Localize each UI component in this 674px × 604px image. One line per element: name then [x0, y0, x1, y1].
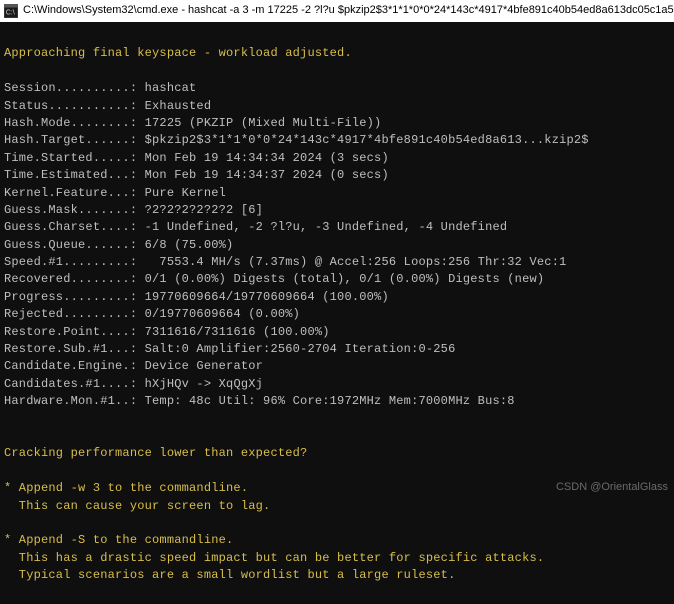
status-value: 19770609664/19770609664 (100.00%) [145, 290, 389, 304]
hint-bullet: * Append -S to the commandline. [4, 533, 233, 547]
status-value: $pkzip2$3*1*1*0*0*24*143c*4917*4bfe891c4… [145, 133, 589, 147]
status-value: Pure Kernel [145, 186, 226, 200]
hint-detail: This has a drastic speed impact but can … [4, 551, 544, 565]
status-value: ?2?2?2?2?2?2 [6] [145, 203, 263, 217]
status-label: Rejected.........: [4, 307, 145, 321]
status-label: Progress.........: [4, 290, 145, 304]
status-value: hXjHQv -> XqQgXj [145, 377, 263, 391]
status-value: Mon Feb 19 14:34:37 2024 (0 secs) [145, 168, 389, 182]
status-label: Kernel.Feature...: [4, 186, 145, 200]
status-label: Time.Estimated...: [4, 168, 145, 182]
status-value: Temp: 48c Util: 96% Core:1972MHz Mem:700… [145, 394, 515, 408]
status-label: Session..........: [4, 81, 145, 95]
status-label: Hash.Target......: [4, 133, 145, 147]
hint-detail: Typical scenarios are a small wordlist b… [4, 568, 455, 582]
status-value: Device Generator [145, 359, 263, 373]
hint-detail: This can cause your screen to lag. [4, 499, 270, 513]
status-label: Guess.Charset....: [4, 220, 145, 234]
status-value: Salt:0 Amplifier:2560-2704 Iteration:0-2… [145, 342, 456, 356]
status-label: Guess.Queue......: [4, 238, 145, 252]
status-value: 0/1 (0.00%) Digests (total), 0/1 (0.00%)… [145, 272, 545, 286]
status-value: 0/19770609664 (0.00%) [145, 307, 300, 321]
cmd-icon: C:\ [4, 4, 18, 18]
hint-bullet: * Append -w 3 to the commandline. [4, 481, 248, 495]
status-value: 7311616/7311616 (100.00%) [145, 325, 330, 339]
watermark: CSDN @OrientalGlass [556, 480, 668, 496]
status-label: Status...........: [4, 99, 145, 113]
status-value: hashcat [145, 81, 197, 95]
hint-header: Cracking performance lower than expected… [4, 446, 307, 460]
status-value: Mon Feb 19 14:34:34 2024 (3 secs) [145, 151, 389, 165]
status-value: Exhausted [145, 99, 212, 113]
window-title: C:\Windows\System32\cmd.exe - hashcat -a… [23, 3, 674, 19]
status-block: Session..........: hashcat Status.......… [4, 80, 670, 410]
status-value: 17225 (PKZIP (Mixed Multi-File)) [145, 116, 382, 130]
status-label: Guess.Mask.......: [4, 203, 145, 217]
status-label: Restore.Sub.#1...: [4, 342, 145, 356]
window-titlebar[interactable]: C:\ C:\Windows\System32\cmd.exe - hashca… [0, 0, 674, 22]
svg-text:C:\: C:\ [6, 10, 15, 17]
status-label: Candidates.#1....: [4, 377, 145, 391]
banner-line: Approaching final keyspace - workload ad… [4, 46, 352, 60]
status-value: 7553.4 MH/s (7.37ms) @ Accel:256 Loops:2… [145, 255, 567, 269]
status-label: Speed.#1.........: [4, 255, 145, 269]
terminal-output: Approaching final keyspace - workload ad… [0, 22, 674, 604]
status-label: Recovered........: [4, 272, 145, 286]
status-value: -1 Undefined, -2 ?l?u, -3 Undefined, -4 … [145, 220, 508, 234]
status-label: Hardware.Mon.#1..: [4, 394, 145, 408]
status-value: 6/8 (75.00%) [145, 238, 234, 252]
status-label: Hash.Mode........: [4, 116, 145, 130]
status-label: Candidate.Engine.: [4, 359, 145, 373]
status-label: Time.Started.....: [4, 151, 145, 165]
status-label: Restore.Point....: [4, 325, 145, 339]
